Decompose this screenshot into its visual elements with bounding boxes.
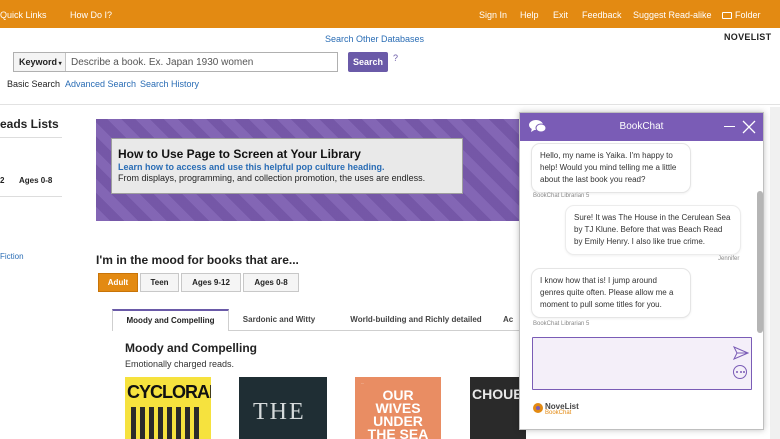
folder-label: Folder bbox=[735, 10, 761, 20]
bookchat-header: BookChat bbox=[520, 113, 763, 141]
more-options-icon[interactable] bbox=[733, 365, 747, 379]
book-cover-3-tagline: ... bbox=[361, 380, 365, 385]
page-scrollbar[interactable] bbox=[770, 107, 780, 439]
folder-link[interactable]: Folder bbox=[722, 10, 761, 20]
reads-lists-heading: eads Lists bbox=[0, 117, 59, 131]
book-cover-1[interactable]: CYCLORAMA bbox=[125, 377, 211, 439]
exit-link[interactable]: Exit bbox=[553, 10, 568, 20]
chat-message-user: Sure! It was The House in the Cerulean S… bbox=[565, 205, 741, 255]
left-divider bbox=[0, 137, 62, 138]
tab-sardonic-and-witty[interactable]: Sardonic and Witty bbox=[231, 309, 327, 331]
more-dot bbox=[743, 371, 745, 373]
search-type-dropdown[interactable]: Keyword ▾ bbox=[14, 53, 66, 71]
quick-links-link[interactable]: Quick Links bbox=[0, 10, 47, 20]
novelist-logo: NOVELIST bbox=[724, 32, 772, 42]
promo-banner[interactable]: How to Use Page to Screen at Your Librar… bbox=[96, 119, 522, 221]
search-box: Keyword ▾ bbox=[13, 52, 338, 72]
banner-card: How to Use Page to Screen at Your Librar… bbox=[111, 138, 463, 194]
chat-message-agent: I know how that is! I jump around genres… bbox=[531, 268, 691, 318]
search-other-databases-link[interactable]: Search Other Databases bbox=[325, 34, 424, 44]
search-button[interactable]: Search bbox=[348, 52, 388, 72]
search-history-link[interactable]: Search History bbox=[140, 79, 199, 89]
footer-subbrand: BookChat bbox=[545, 410, 572, 416]
chat-compose bbox=[532, 337, 752, 390]
left-age-tab[interactable]: Ages 0-8 bbox=[19, 176, 52, 185]
suggest-readalike-link[interactable]: Suggest Read-alike bbox=[633, 10, 712, 20]
chat-sender: Jennifer bbox=[718, 256, 740, 262]
banner-title: How to Use Page to Screen at Your Librar… bbox=[118, 147, 361, 161]
how-do-i-link[interactable]: How Do I? bbox=[70, 10, 112, 20]
bookchat-window: BookChat Hello, my name is Yaika. I'm ha… bbox=[519, 112, 764, 430]
left-fiction-link[interactable]: Fiction bbox=[0, 252, 24, 261]
left-divider-2 bbox=[0, 196, 62, 197]
search-type-label: Keyword bbox=[19, 57, 58, 67]
chat-sender: BookChat Librarian 5 bbox=[533, 193, 590, 199]
folder-icon bbox=[722, 12, 732, 19]
pill-teen[interactable]: Teen bbox=[140, 273, 179, 292]
book-cover-3[interactable]: ... OUR WIVES UNDER THE SEA bbox=[355, 377, 441, 439]
sign-in-link[interactable]: Sign In bbox=[479, 10, 507, 20]
search-input[interactable] bbox=[67, 53, 335, 71]
help-link[interactable]: Help bbox=[520, 10, 539, 20]
section-subtitle: Emotionally charged reads. bbox=[125, 359, 235, 369]
book-cover-4[interactable]: CHOUE bbox=[470, 377, 526, 439]
chat-message-input[interactable] bbox=[539, 344, 719, 384]
chat-message-agent: Hello, my name is Yaika. I'm happy to he… bbox=[531, 143, 691, 193]
banner-text: From displays, programming, and collecti… bbox=[118, 173, 426, 183]
advanced-search-link[interactable]: Advanced Search bbox=[65, 79, 136, 89]
more-dot bbox=[736, 371, 738, 373]
book-cover-3-title: OUR WIVES UNDER THE SEA bbox=[367, 387, 429, 439]
chat-sender: BookChat Librarian 5 bbox=[533, 321, 590, 327]
basic-search-link[interactable]: Basic Search bbox=[7, 79, 60, 89]
tab-moody-and-compelling[interactable]: Moody and Compelling bbox=[112, 309, 229, 331]
book-cover-4-title: CHOUE bbox=[472, 386, 523, 402]
book-cover-1-title: CYCLORAMA bbox=[127, 382, 211, 402]
top-bar: Quick Links How Do I? Sign In Help Exit … bbox=[0, 0, 780, 28]
book-cover-2[interactable]: THE bbox=[239, 377, 327, 439]
book-cover-2-title: THE bbox=[253, 399, 306, 425]
more-dot bbox=[739, 371, 742, 373]
mood-heading: I'm in the mood for books that are... bbox=[96, 253, 299, 267]
book-cover-1-art bbox=[131, 407, 203, 439]
minimize-icon[interactable] bbox=[724, 126, 735, 127]
chevron-down-icon: ▾ bbox=[57, 61, 62, 67]
banner-link[interactable]: Learn how to access and use this helpful… bbox=[118, 162, 462, 173]
search-help-icon[interactable]: ? bbox=[393, 53, 398, 63]
header-divider bbox=[0, 104, 780, 105]
left-age-number[interactable]: 2 bbox=[0, 176, 4, 185]
close-icon[interactable] bbox=[742, 120, 756, 134]
feedback-link[interactable]: Feedback bbox=[582, 10, 622, 20]
send-icon[interactable] bbox=[733, 346, 749, 360]
novelist-logo-icon bbox=[533, 403, 543, 413]
pill-ages-0-8[interactable]: Ages 0-8 bbox=[243, 273, 299, 292]
tab-world-building[interactable]: World-building and Richly detailed bbox=[333, 309, 499, 331]
bookchat-footer: NoveList BookChat bbox=[520, 395, 763, 429]
section-title: Moody and Compelling bbox=[125, 341, 257, 355]
chat-scrollbar[interactable] bbox=[757, 191, 763, 333]
pill-adult[interactable]: Adult bbox=[98, 273, 138, 292]
chat-messages: Hello, my name is Yaika. I'm happy to he… bbox=[520, 141, 757, 331]
pill-ages-9-12[interactable]: Ages 9-12 bbox=[181, 273, 241, 292]
